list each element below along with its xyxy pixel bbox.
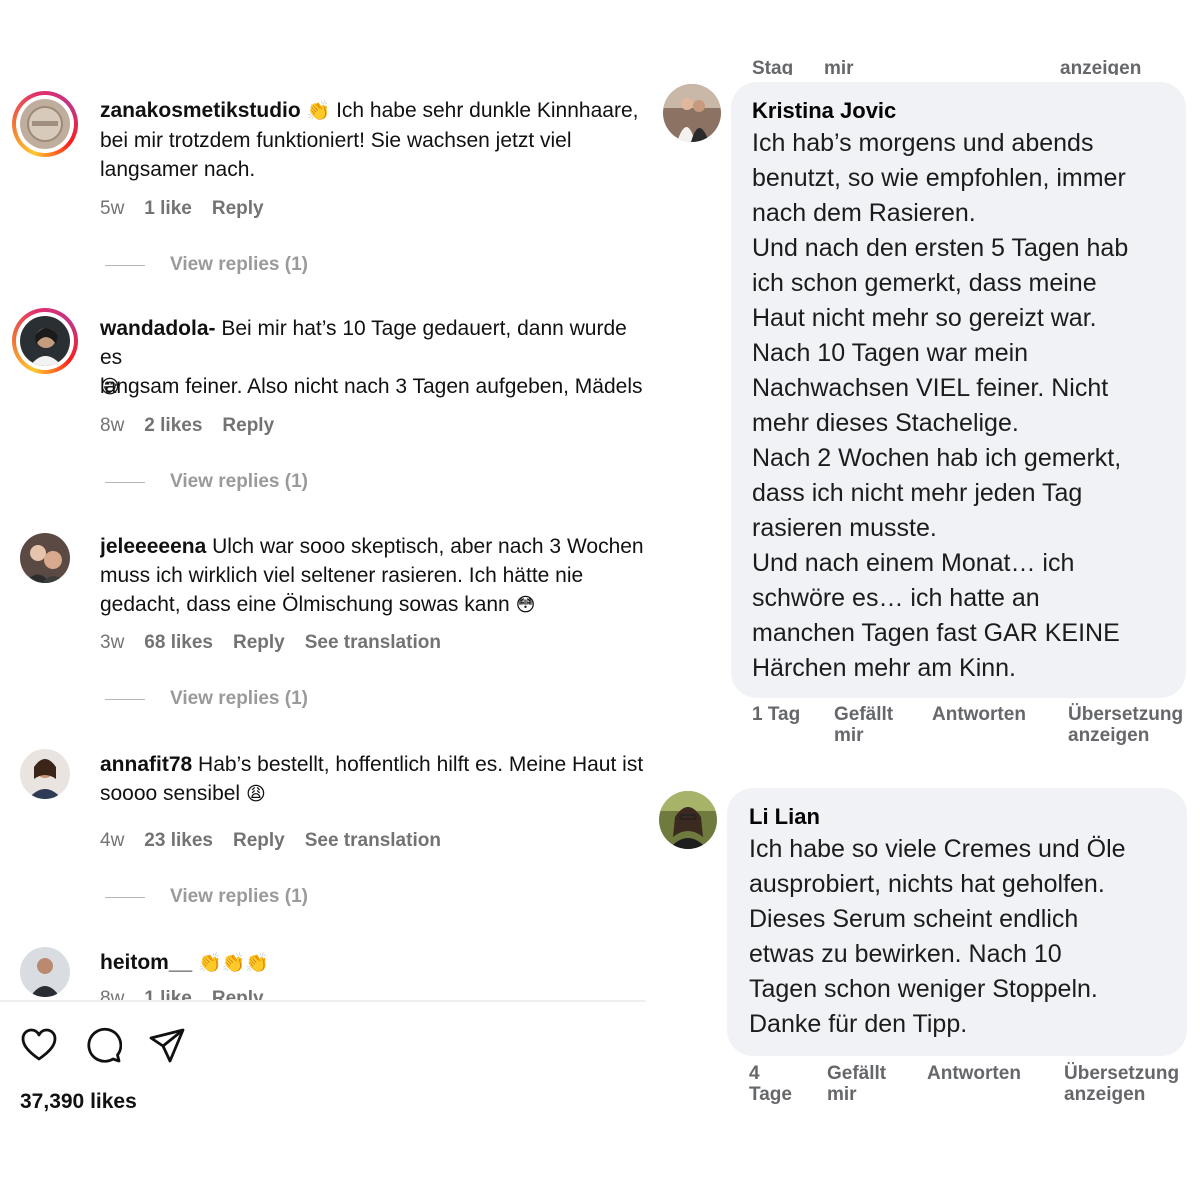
comment-username[interactable]: heitom__ bbox=[100, 951, 192, 974]
reply-button[interactable]: Antworten bbox=[927, 1063, 1021, 1084]
comment-likes[interactable]: 1 like bbox=[144, 988, 192, 1000]
reply-button[interactable]: Antworten bbox=[932, 704, 1026, 725]
post-action-bar bbox=[20, 1026, 186, 1064]
comment-time: 1 Tag bbox=[752, 704, 801, 725]
share-icon[interactable] bbox=[148, 1026, 186, 1064]
commenter-name[interactable]: Kristina Jovic bbox=[752, 98, 896, 124]
avatar-image bbox=[663, 84, 721, 142]
previous-comment-meta: Stag mir anzeigen bbox=[752, 56, 1172, 75]
see-translation-button[interactable]: Übersetzung anzeigen bbox=[1068, 704, 1183, 746]
avatar-image bbox=[20, 947, 70, 997]
avatar[interactable] bbox=[20, 947, 70, 997]
reply-button[interactable]: Reply bbox=[212, 988, 264, 1000]
heart-icon[interactable] bbox=[20, 1026, 58, 1064]
commenter-name[interactable]: Li Lian bbox=[749, 804, 820, 830]
avatar[interactable] bbox=[659, 791, 717, 849]
see-translation-button[interactable]: Übersetzung anzeigen bbox=[1064, 1063, 1179, 1105]
clap-emoji: 👏👏👏 bbox=[198, 952, 270, 974]
comment-time: 4 Tage bbox=[749, 1063, 792, 1105]
comment-text: heitom__ 👏👏👏 bbox=[100, 948, 646, 978]
comments-divider bbox=[0, 1000, 646, 1002]
cut-meta-like: mir bbox=[824, 58, 854, 75]
comment-meta: 8w 1 like Reply bbox=[100, 988, 264, 1000]
comment-body: Ich habe so viele Cremes und Öle ausprob… bbox=[749, 835, 1126, 1038]
comment-body: Ich hab’s morgens und abends benutzt, so… bbox=[752, 129, 1129, 682]
likes-count[interactable]: 37,390 likes bbox=[20, 1090, 137, 1114]
comment-item: heitom__ 👏👏👏 8w 1 like Reply bbox=[0, 70, 646, 1000]
like-button[interactable]: Gefällt mir bbox=[827, 1063, 886, 1105]
comment-time: 8w bbox=[100, 988, 125, 1000]
avatar-image bbox=[659, 791, 717, 849]
cut-meta-translate: anzeigen bbox=[1060, 58, 1142, 75]
avatar[interactable] bbox=[663, 84, 721, 142]
like-button[interactable]: Gefällt mir bbox=[834, 704, 893, 746]
cut-meta-time: Stag bbox=[752, 58, 794, 75]
comment-icon[interactable] bbox=[84, 1026, 122, 1064]
